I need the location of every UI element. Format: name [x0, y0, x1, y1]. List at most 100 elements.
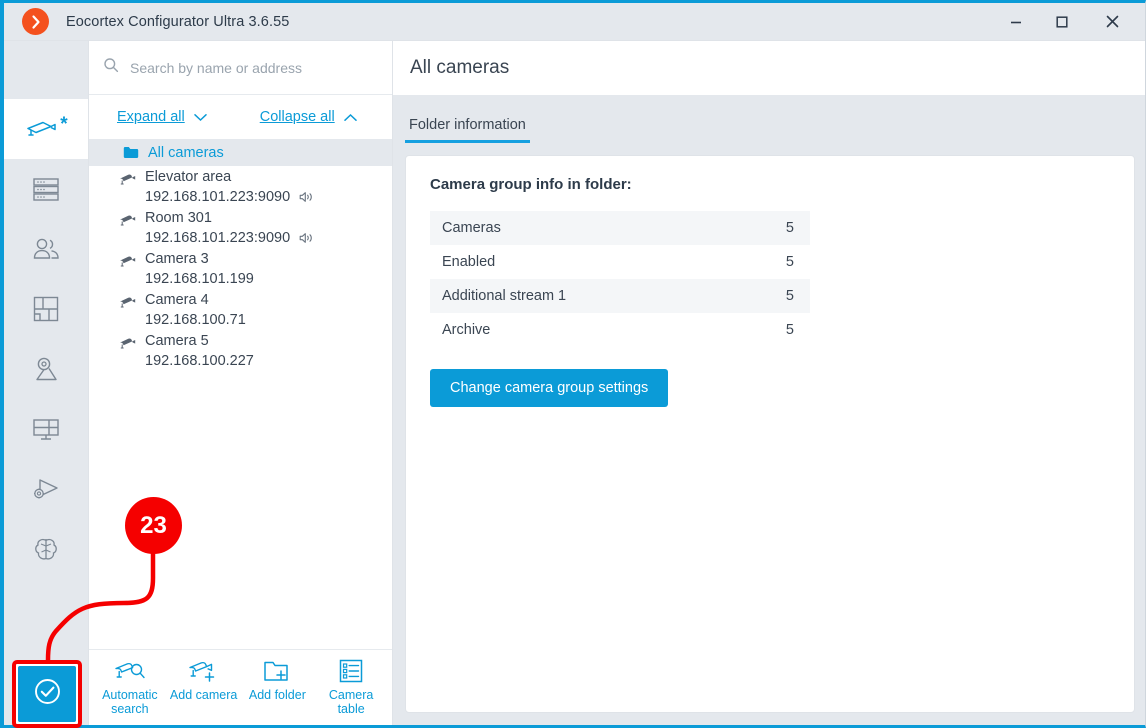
cameras-modified-badge: * — [60, 113, 68, 135]
sidebar-item-automation[interactable] — [4, 459, 88, 519]
folder-info-card: Camera group info in folder: Cameras 5 E… — [405, 155, 1135, 713]
chevron-up-icon — [343, 113, 357, 122]
add-camera-label: Add camera — [169, 688, 238, 702]
close-button[interactable] — [1085, 3, 1139, 40]
camera-name: Camera 3 — [145, 251, 209, 267]
search-bar — [89, 41, 392, 95]
tree-item-camera[interactable]: Camera 5 192.168.100.227 — [89, 330, 392, 371]
row-label: Cameras — [442, 220, 501, 236]
sidebar-item-cameras[interactable]: * — [4, 99, 88, 159]
layouts-icon — [31, 416, 61, 443]
add-folder-label: Add folder — [248, 688, 306, 702]
camera-table-label: Camera table — [328, 688, 374, 716]
row-label: Enabled — [442, 254, 496, 270]
camera-address: 192.168.101.199 — [145, 271, 254, 287]
tree-item-all-cameras[interactable]: All cameras — [89, 139, 392, 166]
table-row: Enabled 5 — [430, 245, 810, 279]
sidebar-item-servers[interactable] — [4, 159, 88, 219]
automatic-search-label: Automatic search — [102, 688, 158, 716]
annotation-step-number: 23 — [140, 511, 167, 539]
neural-network-icon — [32, 535, 60, 563]
row-value: 5 — [785, 288, 794, 304]
row-value: 5 — [785, 322, 794, 338]
content-area: Camera group info in folder: Cameras 5 E… — [393, 143, 1145, 725]
camera-name: Camera 5 — [145, 333, 209, 349]
collapse-all-label: Collapse all — [259, 109, 335, 125]
camera-tree: All cameras Elevator area 192.168.101.22… — [89, 139, 392, 649]
camera-address: 192.168.100.227 — [145, 353, 254, 369]
content-header: All cameras — [393, 41, 1145, 95]
automation-icon — [30, 475, 62, 503]
minimize-button[interactable] — [993, 3, 1039, 40]
folder-icon — [123, 146, 139, 159]
camera-address: 192.168.100.71 — [145, 312, 246, 328]
folder-plus-icon — [262, 658, 292, 684]
add-camera-button[interactable]: Add camera — [169, 658, 239, 702]
sidebar-item-floorplan[interactable] — [4, 279, 88, 339]
floorplan-icon — [32, 295, 60, 323]
chevron-down-icon — [193, 113, 207, 122]
camera-plus-icon — [188, 658, 220, 684]
camera-name: Camera 4 — [145, 292, 209, 308]
page-title: All cameras — [410, 57, 510, 78]
row-label: Additional stream 1 — [442, 288, 567, 304]
tree-item-camera[interactable]: Elevator area 192.168.101.223:9090 — [89, 166, 392, 207]
camera-name: Room 301 — [145, 210, 212, 226]
camera-address: 192.168.101.223:9090 — [145, 230, 291, 246]
sidebar-item-map[interactable] — [4, 339, 88, 399]
camera-name: Elevator area — [145, 169, 232, 185]
sidebar-item-layouts[interactable] — [4, 399, 88, 459]
collapse-all-button[interactable]: Collapse all — [260, 109, 357, 125]
folder-info-table: Cameras 5 Enabled 5 Additional stream 1 … — [430, 211, 810, 347]
users-icon — [31, 236, 62, 263]
tab-folder-information[interactable]: Folder information — [405, 117, 530, 143]
search-icon — [103, 57, 119, 78]
annotation-highlight-box — [12, 660, 82, 728]
app-logo-icon — [22, 8, 49, 35]
expand-all-label: Expand all — [117, 109, 185, 125]
expand-all-button[interactable]: Expand all — [117, 109, 207, 125]
tab-bar: Folder information — [393, 95, 1145, 143]
speaker-icon — [299, 191, 315, 203]
tree-item-camera[interactable]: Room 301 192.168.101.223:9090 — [89, 207, 392, 248]
map-pin-icon — [31, 355, 61, 383]
sidebar-item-neural-network[interactable] — [4, 519, 88, 579]
tree-item-camera[interactable]: Camera 4 192.168.100.71 — [89, 289, 392, 330]
camera-address: 192.168.101.223:9090 — [145, 189, 291, 205]
camera-icon — [119, 254, 136, 267]
navigation-rail: * — [4, 41, 88, 725]
camera-icon — [119, 213, 136, 226]
tree-expand-controls: Expand all Collapse all — [89, 95, 392, 139]
row-value: 5 — [785, 254, 794, 270]
camera-table-button[interactable]: Camera table — [316, 658, 386, 716]
camera-search-icon — [114, 658, 146, 684]
table-row: Cameras 5 — [430, 211, 810, 245]
row-label: Archive — [442, 322, 491, 338]
camera-icon — [119, 336, 136, 349]
tree-toolbar: Automatic search Add camera Add folder C… — [89, 649, 392, 725]
automatic-search-button[interactable]: Automatic search — [95, 658, 165, 716]
camera-icon — [24, 116, 58, 142]
window-body: * Search by name or address Expand all C… — [4, 41, 1145, 725]
change-camera-group-settings-button[interactable]: Change camera group settings — [430, 369, 669, 407]
add-folder-button[interactable]: Add folder — [242, 658, 312, 702]
sidebar-item-users[interactable] — [4, 219, 88, 279]
row-value: 5 — [785, 220, 794, 236]
table-list-icon — [338, 658, 364, 684]
application-window: Eocortex Configurator Ultra 3.6.55 * Sea… — [0, 0, 1146, 728]
tree-item-label: All cameras — [148, 144, 224, 161]
table-row: Additional stream 1 5 — [430, 279, 810, 313]
annotation-step-badge: 23 — [125, 497, 182, 554]
tree-item-camera[interactable]: Camera 3 192.168.101.199 — [89, 248, 392, 289]
table-row: Archive 5 — [430, 313, 810, 347]
servers-icon — [31, 176, 61, 203]
speaker-icon — [299, 232, 315, 244]
maximize-button[interactable] — [1039, 3, 1085, 40]
camera-icon — [119, 172, 136, 185]
card-title: Camera group info in folder: — [430, 176, 632, 193]
check-circle-icon — [32, 676, 63, 712]
window-title: Eocortex Configurator Ultra 3.6.55 — [66, 13, 290, 30]
search-input[interactable] — [130, 59, 378, 76]
camera-icon — [119, 295, 136, 308]
apply-settings-button[interactable] — [18, 666, 76, 722]
